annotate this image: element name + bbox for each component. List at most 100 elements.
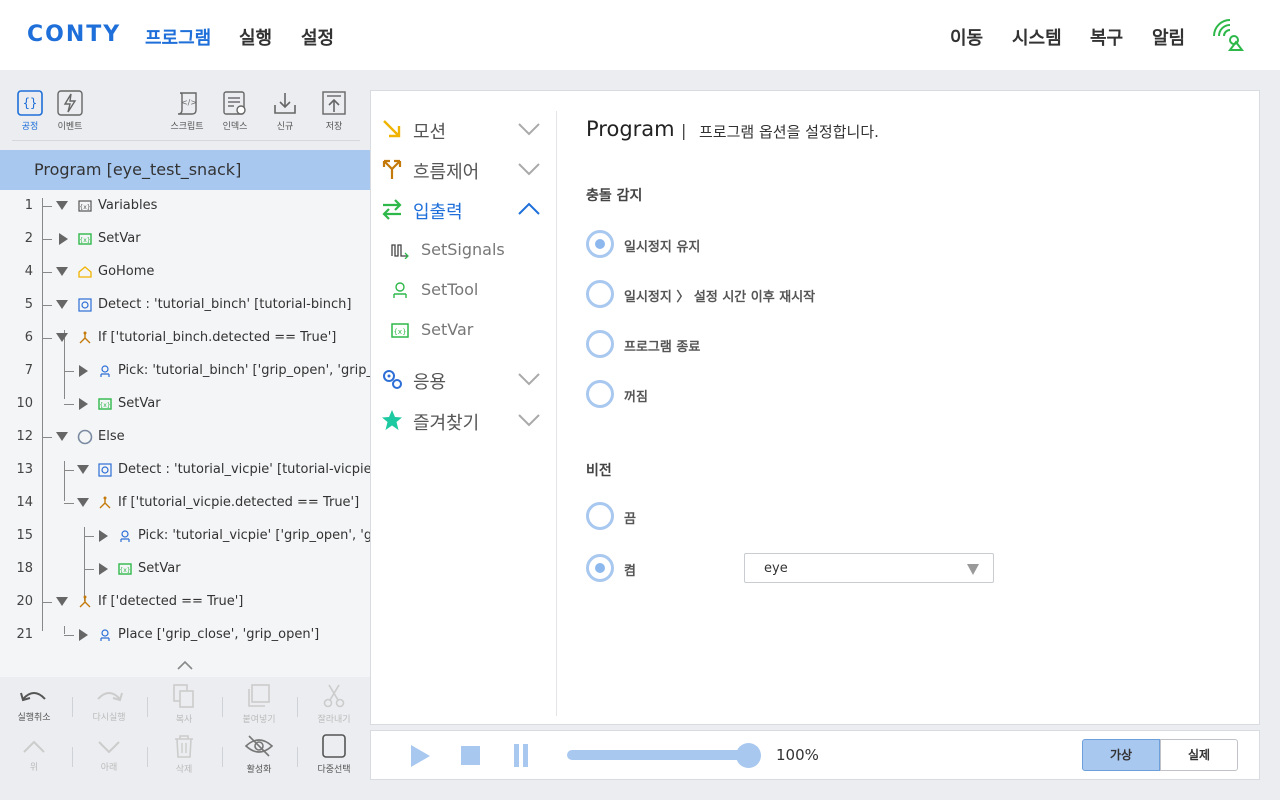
vision-option-label: 켬 [624,564,636,579]
redo-button[interactable]: 다시실행 [79,687,139,723]
move-down-button[interactable]: 아래 [79,737,139,773]
variables-icon: {x} [78,200,92,212]
tree-row[interactable]: 2 {x} SetVar [0,223,370,256]
collision-radio-restart[interactable] [586,280,614,308]
collapse-toggle[interactable] [56,300,68,309]
collision-radio-terminate[interactable] [586,330,614,358]
mode-real-button[interactable]: 실제 [1160,739,1238,771]
collapse-toggle[interactable] [77,498,89,507]
tree-row[interactable]: 21 Place ['grip_close', 'grip_open'] [0,619,370,652]
tree-row[interactable]: 6 If ['tutorial_binch.detected == True'] [0,322,370,355]
script-icon: </> [177,92,197,115]
chevron-up-icon [518,202,540,215]
setvar-icon: {x} [118,563,132,575]
chevron-down-icon [518,163,540,176]
swap-arrows-icon [382,199,402,220]
enable-button[interactable]: 활성화 [229,733,289,775]
nav-alarm[interactable]: 알림 [1152,24,1185,50]
tree-row[interactable]: 15 Pick: 'tutorial_vicpie' ['grip_open',… [0,520,370,553]
tree-row[interactable]: 10 {x} SetVar [0,388,370,421]
tree-row[interactable]: 12 Else [0,421,370,454]
collapse-toggle[interactable] [56,333,68,342]
tree-row[interactable]: 13 Detect : 'tutorial_vicpie' [tutorial-… [0,454,370,487]
event-button[interactable]: 이벤트 [46,90,94,132]
collision-radio-off[interactable] [586,380,614,408]
collapse-toggle[interactable] [56,267,68,276]
expand-toggle[interactable] [79,398,88,410]
tree-row[interactable]: 14 If ['tutorial_vicpie.detected == True… [0,487,370,520]
copy-button[interactable]: 복사 [154,683,214,725]
nav-move[interactable]: 이동 [950,24,983,50]
multiselect-button[interactable]: 다중선택 [304,733,364,775]
new-button[interactable]: 신규 [261,90,309,132]
tree-row[interactable]: 5 Detect : 'tutorial_binch' [tutorial-bi… [0,289,370,322]
nav-settings[interactable]: 설정 [301,24,334,50]
category-motion[interactable]: 모션 [381,109,551,149]
signal-wave-icon [391,244,409,259]
vision-radio-on[interactable] [586,554,614,582]
vision-section-title: 비전 [586,463,612,479]
nav-system[interactable]: 시스템 [1012,24,1062,50]
mode-virtual-button[interactable]: 가상 [1082,739,1160,771]
move-up-button[interactable]: 위 [4,737,64,773]
paste-button[interactable]: 붙여넣기 [229,683,289,725]
detect-icon [78,298,92,312]
collapse-toggle[interactable] [56,597,68,606]
tree-row[interactable]: 7 Pick: 'tutorial_binch' ['grip_open', '… [0,355,370,388]
if-branch-icon [79,595,91,608]
program-tree[interactable]: Program [eye_test_snack] 1 {x} Variables… [0,150,370,655]
chevron-down-icon [518,414,540,427]
category-io[interactable]: 입출력 [381,189,551,229]
tree-row[interactable]: 18 {x} SetVar [0,553,370,586]
arrow-up-icon [23,740,45,753]
place-gripper-icon [100,629,110,641]
tree-row[interactable]: 4 GoHome [0,256,370,289]
pause-icon[interactable] [514,744,528,767]
dropdown-arrow-icon [967,564,979,575]
nav-recovery[interactable]: 복구 [1090,24,1123,50]
category-favorites[interactable]: 즐겨찾기 [381,400,551,440]
collapse-toggle[interactable] [56,432,68,441]
expand-toggle[interactable] [79,629,88,641]
setvar-icon: {x} [98,398,112,410]
edit-toolbar-toggle[interactable] [0,655,370,677]
stop-icon[interactable] [461,746,480,765]
command-setsignals[interactable]: SetSignals [391,230,551,270]
index-button[interactable]: 인덱스 [211,90,259,132]
collapse-toggle[interactable] [56,201,68,210]
category-application[interactable]: 응용 [381,359,551,399]
expand-toggle[interactable] [79,365,88,377]
script-button[interactable]: </> 스크립트 [163,90,211,132]
nav-run[interactable]: 실행 [239,24,272,50]
program-settings: Program | 프로그램 옵션을 설정합니다. 충돌 감지 일시정지 유지 … [586,91,1246,726]
play-icon[interactable] [411,745,430,767]
command-setvar[interactable]: {x} SetVar [391,310,551,350]
cut-button[interactable]: 잘라내기 [304,683,364,725]
expand-toggle[interactable] [99,563,108,575]
speed-slider[interactable] [567,750,749,760]
svg-text:{x}: {x} [99,402,110,409]
command-settool[interactable]: SetTool [391,270,551,310]
speed-slider-handle[interactable] [736,743,761,768]
tree-row[interactable]: 20 If ['detected == True'] [0,586,370,619]
collision-radio-pause[interactable] [586,230,614,258]
expand-toggle[interactable] [59,233,68,245]
vision-select[interactable]: eye [744,553,994,583]
tree-row[interactable]: 1 {x} Variables [0,190,370,223]
vision-radio-off[interactable] [586,502,614,530]
speed-value: 100% [776,746,819,764]
conty-logo: CONTY [27,22,122,47]
expand-toggle[interactable] [99,530,108,542]
category-flow-control[interactable]: 흐름제어 [381,149,551,189]
nav-program[interactable]: 프로그램 [145,24,211,50]
connection-signal-icon[interactable] [1210,16,1248,54]
motion-arrow-icon [383,120,401,138]
tree-root-program[interactable]: Program [eye_test_snack] [0,150,370,190]
delete-button[interactable]: 삭제 [154,733,214,775]
save-button[interactable]: 저장 [310,90,358,132]
trash-icon [175,735,193,758]
undo-button[interactable]: 실행취소 [4,687,64,723]
collapse-toggle[interactable] [77,465,89,474]
tool-gripper-icon [393,282,407,298]
chevron-down-icon [518,123,540,136]
